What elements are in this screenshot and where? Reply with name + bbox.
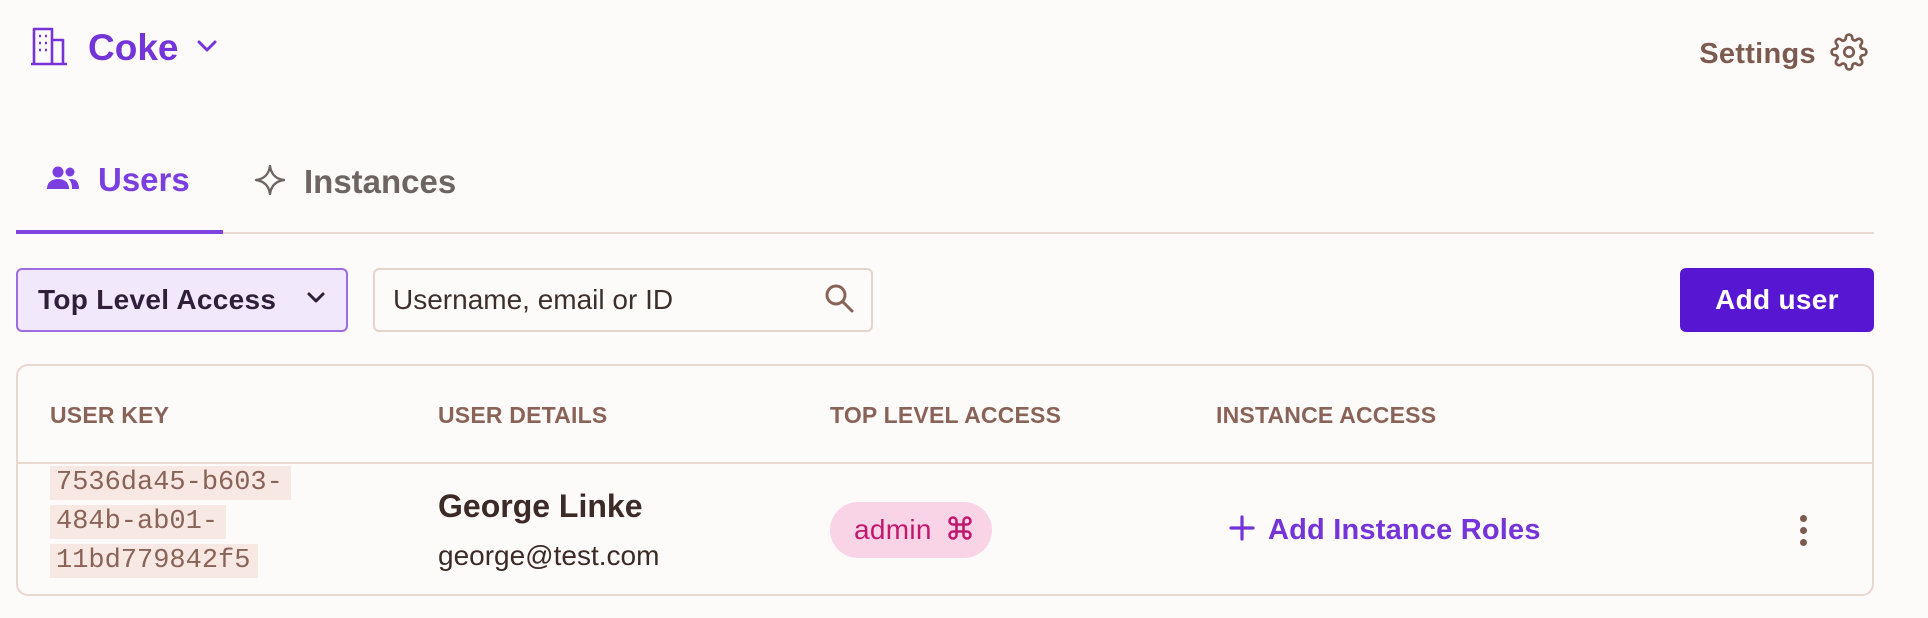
building-icon: [28, 26, 70, 71]
user-key-line: 11bd779842f5: [50, 544, 259, 578]
chevron-down-icon: [196, 39, 218, 58]
users-icon: [46, 165, 80, 196]
gear-icon: [1830, 32, 1868, 76]
top-level-access-filter[interactable]: Top Level Access: [16, 268, 348, 332]
more-options-icon[interactable]: [1788, 504, 1818, 556]
search-input[interactable]: [393, 284, 823, 316]
search-box: [373, 268, 873, 332]
tab-bar: Users Instances: [16, 130, 1874, 234]
add-instance-roles-button[interactable]: Add Instance Roles: [1228, 506, 1541, 554]
table-row: 7536da45-b603- 484b-ab01- 11bd779842f5 G…: [18, 464, 1872, 594]
role-badge-label: admin: [854, 514, 932, 545]
tab-users-label: Users: [98, 161, 190, 198]
user-key-line: 7536da45-b603-: [50, 466, 291, 500]
user-name: George Linke: [438, 488, 643, 524]
column-header-user-key: USER KEY: [50, 402, 170, 428]
plus-icon: [1228, 514, 1256, 547]
chevron-down-icon: [306, 291, 326, 310]
column-header-instance-access: INSTANCE ACCESS: [1216, 402, 1437, 428]
role-badge[interactable]: admin: [830, 502, 992, 558]
sparkle-icon: [254, 164, 286, 201]
settings-button[interactable]: Settings: [1699, 30, 1868, 78]
tenant-name: Coke: [88, 27, 179, 68]
settings-label: Settings: [1699, 37, 1816, 70]
user-email: george@test.com: [438, 540, 660, 571]
column-header-user-details: USER DETAILS: [438, 402, 608, 428]
column-header-top-level-access: TOP LEVEL ACCESS: [830, 402, 1062, 428]
user-key-line: 484b-ab01-: [50, 505, 227, 539]
add-user-button[interactable]: Add user: [1680, 268, 1874, 332]
tenant-switcher[interactable]: Coke: [28, 22, 218, 74]
command-icon: [946, 514, 974, 547]
users-table: USER KEY USER DETAILS TOP LEVEL ACCESS I…: [16, 364, 1874, 596]
tab-instances[interactable]: Instances: [254, 130, 456, 234]
filter-label: Top Level Access: [38, 284, 277, 315]
user-key: 7536da45-b603- 484b-ab01- 11bd779842f5: [50, 464, 310, 581]
add-instance-roles-label: Add Instance Roles: [1268, 513, 1541, 546]
tab-users[interactable]: Users: [16, 130, 223, 234]
table-header: USER KEY USER DETAILS TOP LEVEL ACCESS I…: [18, 366, 1872, 464]
search-icon[interactable]: [823, 282, 855, 319]
tab-instances-label: Instances: [304, 163, 457, 200]
